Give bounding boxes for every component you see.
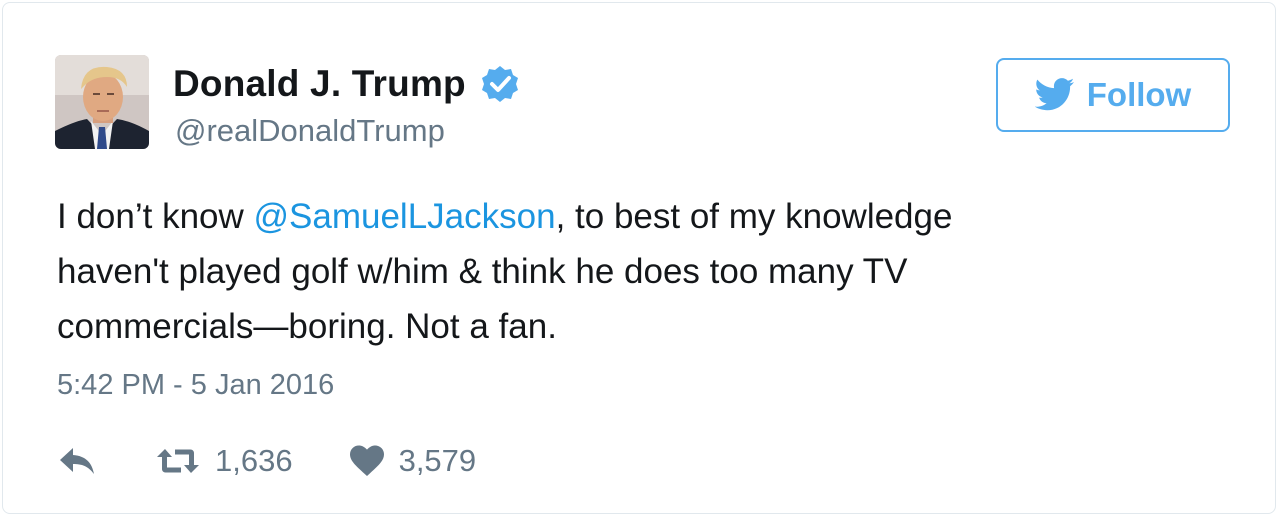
like-button[interactable]: 3,579 [349, 443, 477, 479]
tweet-card: Donald J. Trump @realDonaldTrump Follow … [2, 2, 1276, 514]
profile-avatar[interactable] [55, 55, 149, 149]
retweet-count: 1,636 [215, 443, 293, 478]
reply-button[interactable] [57, 445, 97, 477]
avatar-image [55, 55, 149, 149]
tweet-line-2: haven't played golf w/him & think he doe… [57, 252, 908, 291]
tweet-actions: 1,636 3,579 [57, 439, 476, 483]
verified-badge-icon [480, 64, 520, 104]
author-handle[interactable]: @realDonaldTrump [175, 113, 445, 149]
reply-icon [57, 445, 97, 477]
retweet-button[interactable]: 1,636 [155, 443, 293, 479]
tweet-timestamp[interactable]: 5:42 PM - 5 Jan 2016 [57, 369, 334, 402]
tweet-text: I don’t know @SamuelLJackson, to best of… [57, 189, 1237, 354]
author-name-row: Donald J. Trump [173, 61, 520, 107]
heart-icon [349, 445, 385, 477]
follow-button-label: Follow [1086, 76, 1192, 113]
tweet-text-part: , to best of my knowledge [555, 197, 953, 236]
tweet-line-1: I don’t know @SamuelLJackson, to best of… [57, 189, 1237, 244]
tweet-line-3: commercials—boring. Not a fan. [57, 307, 557, 346]
mention-link[interactable]: @SamuelLJackson [254, 197, 556, 236]
follow-button[interactable]: Follow [996, 58, 1230, 132]
tweet-text-part: I don’t know [57, 197, 254, 236]
like-count: 3,579 [398, 443, 477, 478]
author-display-name[interactable]: Donald J. Trump [173, 63, 466, 105]
twitter-bird-icon [1034, 78, 1075, 112]
retweet-icon [155, 445, 201, 477]
